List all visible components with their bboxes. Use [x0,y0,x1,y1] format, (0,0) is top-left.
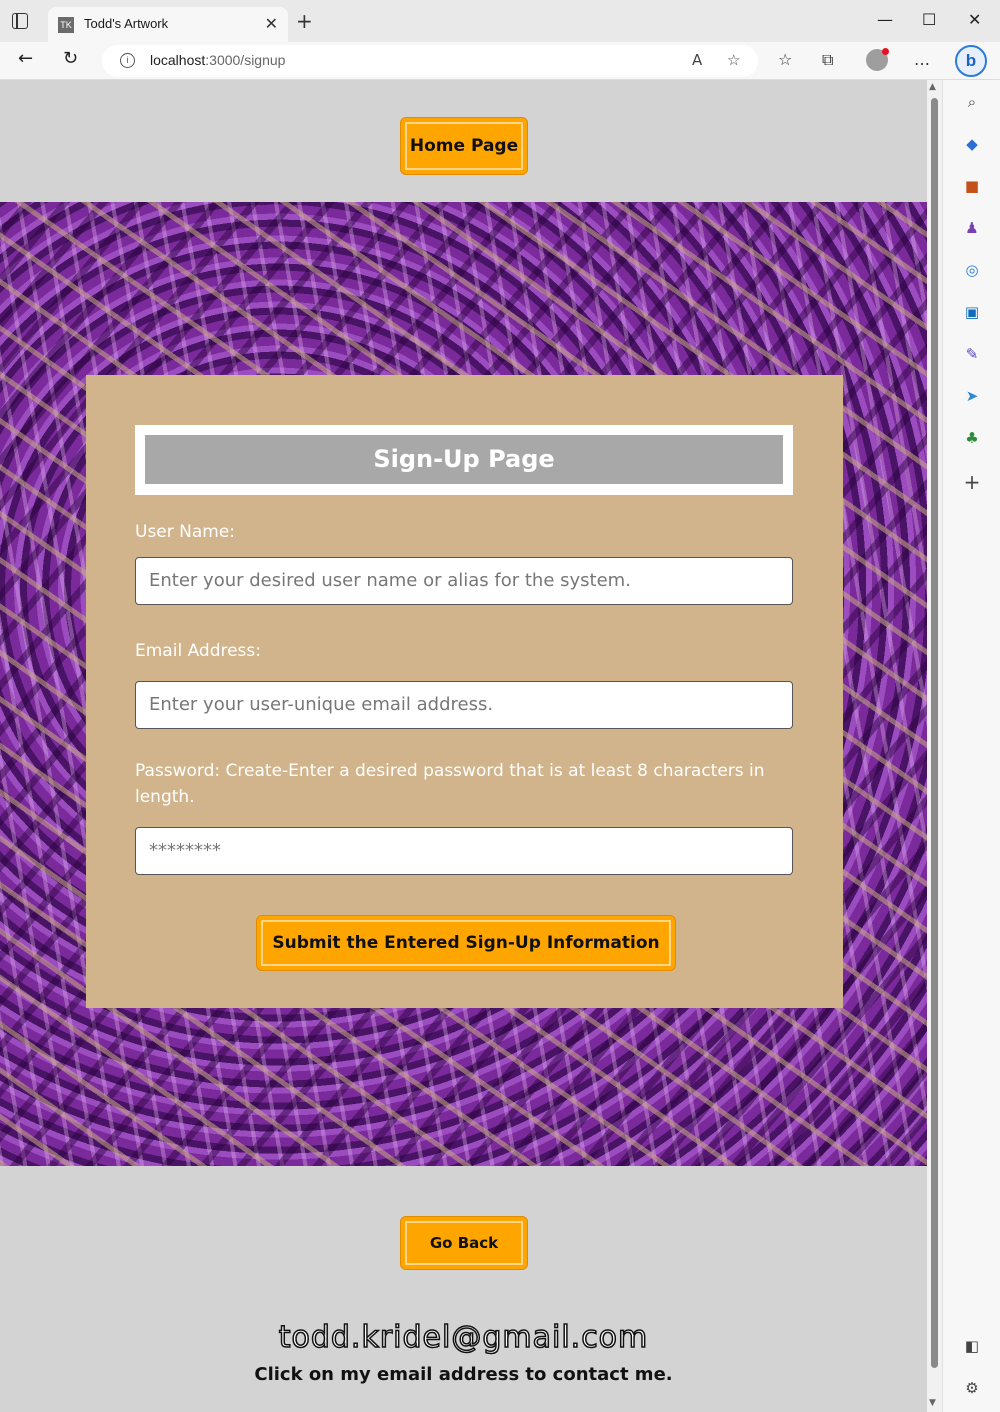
tree-icon[interactable]: ♣ [962,428,982,448]
split-screen-icon[interactable]: ◧ [962,1336,982,1356]
scroll-up-icon[interactable]: ▲ [929,82,936,92]
sidebar-toggle-icon[interactable] [12,13,28,29]
collections-icon[interactable]: ⧉ [822,50,833,70]
site-info-icon[interactable]: i [120,53,135,68]
tab-close-icon[interactable]: ✕ [265,14,278,33]
tab-title: Todd's Artwork [84,16,169,31]
refresh-icon[interactable]: ↻ [63,48,78,69]
bing-chat-icon[interactable]: b [955,45,987,77]
password-input[interactable]: ******** [135,827,793,875]
minimize-icon[interactable]: — [877,10,893,29]
go-back-button[interactable]: Go Back [401,1217,527,1269]
shopping-tag-icon[interactable]: ◆ [962,134,982,154]
add-sidebar-app-icon[interactable]: + [962,472,982,492]
maximize-icon[interactable]: ☐ [922,10,936,29]
edge-sidebar: ⌕ ◆ ■ ♟ ◎ ▣ ✎ ➤ ♣ + ◧ ⚙ [942,80,1000,1412]
outlook-icon[interactable]: ▣ [962,302,982,322]
copilot-icon[interactable]: ◎ [962,260,982,280]
profile-avatar[interactable] [866,48,889,71]
username-label: User Name: [135,522,236,542]
email-input[interactable]: Enter your user-unique email address. [135,681,793,729]
address-bar[interactable]: i localhost:3000/signup A ☆ [102,45,758,77]
scroll-down-icon[interactable]: ▼ [929,1398,936,1408]
form-heading-frame: Sign-Up Page [135,425,793,495]
scroll-thumb[interactable] [931,98,938,1368]
send-icon[interactable]: ➤ [962,386,982,406]
contact-email-link[interactable]: todd.kridel@gmail.com [0,1319,927,1356]
tab-favicon-icon: TK [58,17,74,33]
submit-signup-button[interactable]: Submit the Entered Sign-Up Information [257,916,675,970]
designer-icon[interactable]: ✎ [962,344,982,364]
close-window-icon[interactable]: ✕ [968,10,981,29]
signup-form: Sign-Up Page User Name: Enter your desir… [86,375,843,1008]
title-bar: TK Todd's Artwork ✕ + — ☐ ✕ [0,0,1000,42]
games-icon[interactable]: ♟ [962,218,982,238]
search-icon[interactable]: ⌕ [962,92,982,112]
tools-briefcase-icon[interactable]: ■ [962,176,982,196]
home-page-button[interactable]: Home Page [401,118,527,174]
back-arrow-icon[interactable]: ← [18,48,33,69]
more-options-icon[interactable]: … [914,50,930,69]
browser-toolbar: ← ↻ i localhost:3000/signup A ☆ ☆ ⧉ … b [0,42,1000,80]
read-aloud-icon[interactable]: A [692,51,702,69]
add-favorite-icon[interactable]: ☆ [727,51,740,69]
page-scrollbar[interactable]: ▲ ▼ [927,80,942,1412]
browser-tab[interactable]: TK Todd's Artwork ✕ [48,7,288,42]
url-text[interactable]: localhost:3000/signup [150,52,285,68]
favorites-icon[interactable]: ☆ [778,50,792,69]
username-input[interactable]: Enter your desired user name or alias fo… [135,557,793,605]
page-viewport: Home Page Sign-Up Page User Name: Enter … [0,80,927,1412]
password-label: Password: Create-Enter a desired passwor… [135,761,765,807]
form-title: Sign-Up Page [145,435,783,484]
new-tab-icon[interactable]: + [296,11,313,31]
email-label: Email Address: [135,641,261,661]
settings-gear-icon[interactable]: ⚙ [962,1378,982,1398]
contact-note: Click on my email address to contact me. [254,1364,673,1385]
